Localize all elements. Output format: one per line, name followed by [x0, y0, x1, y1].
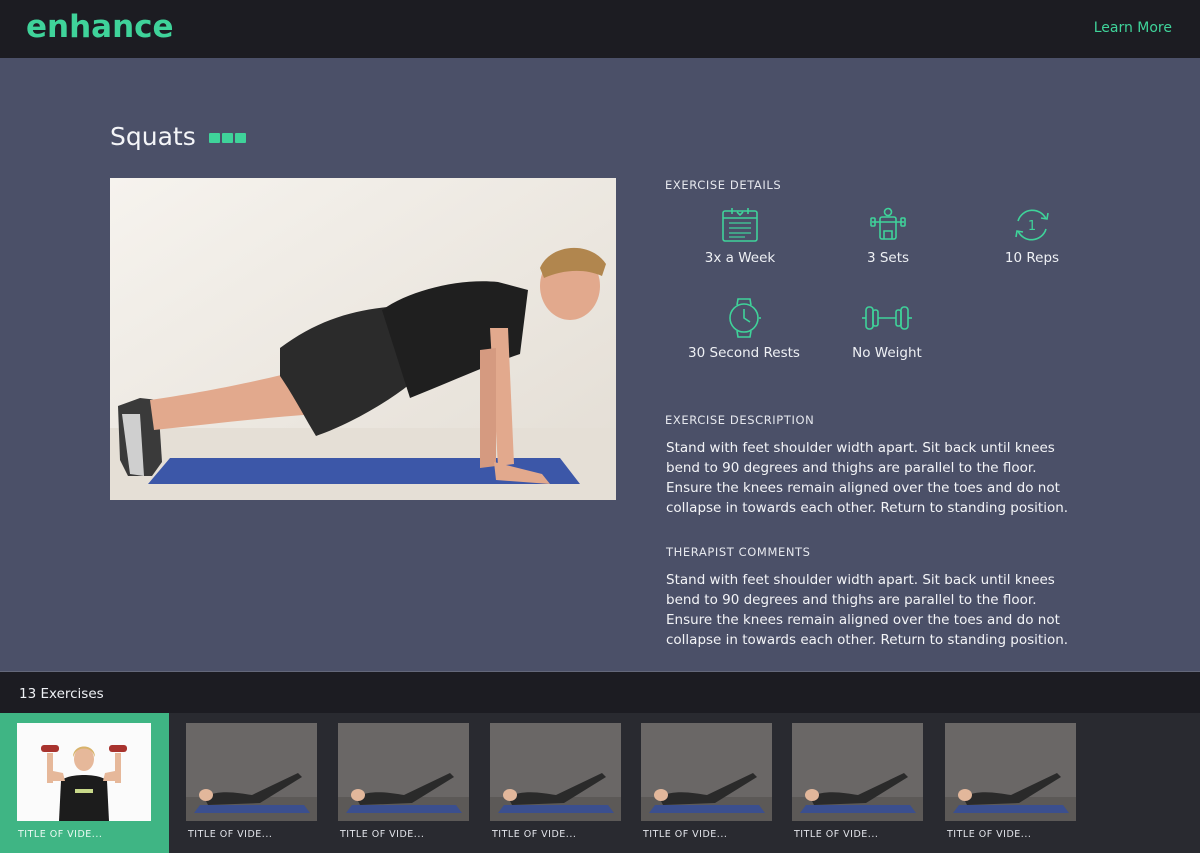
- detail-frequency-label: 3x a Week: [704, 250, 776, 266]
- video-title: TITLE OF VIDE...: [340, 829, 425, 840]
- detail-weight-label: No Weight: [852, 345, 922, 361]
- detail-reps-label: 10 Reps: [1004, 250, 1060, 266]
- playlist-item[interactable]: TITLE OF VIDE...: [322, 713, 474, 853]
- detail-weight: No Weight: [812, 297, 962, 361]
- video-title: TITLE OF VIDE...: [188, 829, 273, 840]
- playlist-item[interactable]: TITLE OF VIDE...: [776, 713, 928, 853]
- detail-rest-label: 30 Second Rests: [688, 345, 800, 361]
- dumbbell-icon: [862, 306, 912, 330]
- therapist-comments-heading: THERAPIST COMMENTS: [666, 545, 811, 559]
- svg-text:1: 1: [1028, 219, 1036, 234]
- video-title: TITLE OF VIDE...: [947, 829, 1032, 840]
- enhance-logo[interactable]: enhance: [26, 9, 174, 45]
- difficulty-block: [222, 133, 233, 143]
- detail-frequency: 3x a Week: [665, 206, 815, 266]
- calendar-icon: [722, 208, 758, 242]
- playlist-item[interactable]: TITLE OF VIDE...: [0, 713, 169, 853]
- stopwatch-icon: [729, 298, 761, 338]
- repeat-icon: 1: [1015, 209, 1049, 241]
- sets-icon: [870, 207, 906, 240]
- playlist-item[interactable]: TITLE OF VIDE...: [474, 713, 626, 853]
- video-thumbnail: [490, 723, 621, 821]
- difficulty-block: [235, 133, 246, 143]
- video-thumbnail: [945, 723, 1076, 821]
- therapist-comments-text: Stand with feet shoulder width apart. Si…: [666, 572, 1069, 648]
- exercise-image[interactable]: [110, 178, 616, 500]
- difficulty-block: [209, 133, 220, 143]
- playlist-item[interactable]: TITLE OF VIDE...: [625, 713, 777, 853]
- top-bar: enhance Learn More: [0, 0, 1200, 58]
- exercise-playlist: TITLE OF VIDE... TITLE OF VIDE... TITLE …: [0, 713, 1200, 853]
- playlist-header: 13 Exercises: [0, 671, 1200, 713]
- video-thumbnail: [641, 723, 772, 821]
- exercise-count: 13 Exercises: [19, 686, 104, 702]
- video-thumbnail: [17, 723, 151, 821]
- video-thumbnail: [186, 723, 317, 821]
- detail-sets: 3 Sets: [813, 206, 963, 266]
- video-title: TITLE OF VIDE...: [18, 829, 103, 840]
- exercise-title: Squats: [110, 122, 196, 151]
- detail-rest: 30 Second Rests: [669, 297, 819, 361]
- learn-more-link[interactable]: Learn More: [1094, 20, 1172, 36]
- exercise-details-heading: EXERCISE DETAILS: [665, 178, 782, 192]
- playlist-item[interactable]: TITLE OF VIDE...: [929, 713, 1081, 853]
- video-thumbnail: [338, 723, 469, 821]
- video-title: TITLE OF VIDE...: [492, 829, 577, 840]
- exercise-description-heading: EXERCISE DESCRIPTION: [665, 413, 815, 427]
- playlist-item[interactable]: TITLE OF VIDE...: [170, 713, 322, 853]
- exercise-description-text: Stand with feet shoulder width apart. Si…: [666, 440, 1069, 516]
- video-thumbnail: [792, 723, 923, 821]
- detail-reps: 1 10 Reps: [957, 206, 1107, 266]
- detail-sets-label: 3 Sets: [866, 250, 910, 266]
- video-title: TITLE OF VIDE...: [794, 829, 879, 840]
- video-title: TITLE OF VIDE...: [643, 829, 728, 840]
- difficulty-indicator: [209, 133, 246, 143]
